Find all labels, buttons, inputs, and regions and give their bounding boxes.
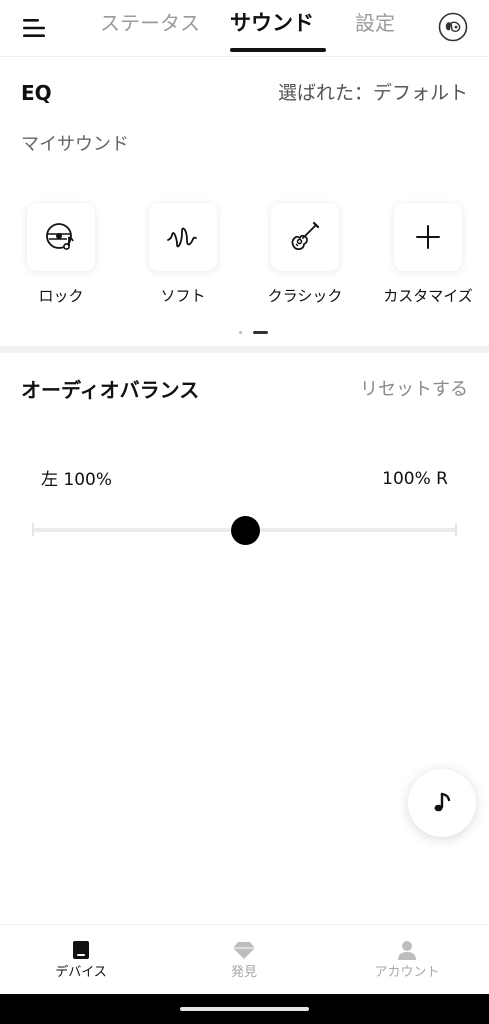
- eq-title: EQ: [21, 81, 52, 105]
- balance-slider-thumb[interactable]: [230, 516, 260, 545]
- plus-icon: [416, 225, 440, 249]
- preset-rock-label: ロック: [38, 287, 84, 305]
- profile-button[interactable]: [438, 12, 468, 42]
- preset-custom-card[interactable]: [394, 203, 462, 271]
- preset-classic[interactable]: クラシック: [255, 203, 355, 306]
- active-tab-indicator: [230, 48, 326, 52]
- preset-custom[interactable]: カスタマイズ: [378, 203, 478, 306]
- diamond-icon: [233, 942, 255, 959]
- home-indicator[interactable]: [180, 1007, 309, 1011]
- preset-rock[interactable]: ロック: [11, 203, 111, 306]
- nav-discover[interactable]: 発見: [184, 937, 304, 982]
- preset-classic-card[interactable]: [271, 203, 339, 271]
- guitar-icon: [291, 221, 320, 251]
- top-tab-bar: ステータス サウンド 設定: [0, 0, 489, 57]
- preset-soft-label: ソフト: [160, 287, 206, 305]
- preset-classic-label: クラシック: [267, 287, 343, 305]
- menu-icon: [23, 19, 45, 37]
- pager-dot-2-active[interactable]: [253, 331, 268, 334]
- balance-right-label: 100% R: [382, 469, 448, 489]
- earbuds-profile-icon: [438, 12, 468, 42]
- tab-status[interactable]: ステータス: [100, 8, 200, 38]
- music-note-icon: [434, 792, 451, 812]
- section-divider: [0, 346, 489, 353]
- my-sound-label: マイサウンド: [21, 134, 129, 155]
- slider-right-end: [455, 523, 457, 536]
- preset-custom-label: カスタマイズ: [383, 287, 473, 305]
- audio-balance-title: オーディオバランス: [21, 378, 200, 402]
- nav-device[interactable]: デバイス: [21, 937, 141, 982]
- nav-discover-label: 発見: [230, 965, 257, 980]
- music-button[interactable]: [408, 769, 476, 837]
- tab-settings[interactable]: 設定: [355, 8, 395, 38]
- eq-selected-preset: 選ばれた：デフォルト: [277, 82, 468, 104]
- nav-account-label: アカウント: [374, 965, 440, 980]
- pager-dot-1[interactable]: [239, 331, 242, 334]
- nav-account[interactable]: アカウント: [347, 937, 467, 982]
- soft-wave-icon: [167, 227, 197, 248]
- preset-soft-card[interactable]: [149, 203, 217, 271]
- slider-left-end: [32, 523, 34, 536]
- balance-left-label: 左 100%: [41, 470, 113, 490]
- device-icon: [73, 941, 89, 959]
- preset-soft[interactable]: ソフト: [133, 203, 233, 306]
- bottom-navigation: デバイス 発見 アカウント: [0, 924, 489, 995]
- nav-device-label: デバイス: [55, 965, 107, 980]
- tab-sound[interactable]: サウンド: [230, 8, 314, 38]
- person-icon: [398, 941, 416, 960]
- menu-button[interactable]: [19, 15, 49, 41]
- reset-button[interactable]: リセットする: [360, 377, 468, 403]
- vinyl-record-icon: [46, 223, 74, 250]
- preset-rock-card[interactable]: [27, 203, 95, 271]
